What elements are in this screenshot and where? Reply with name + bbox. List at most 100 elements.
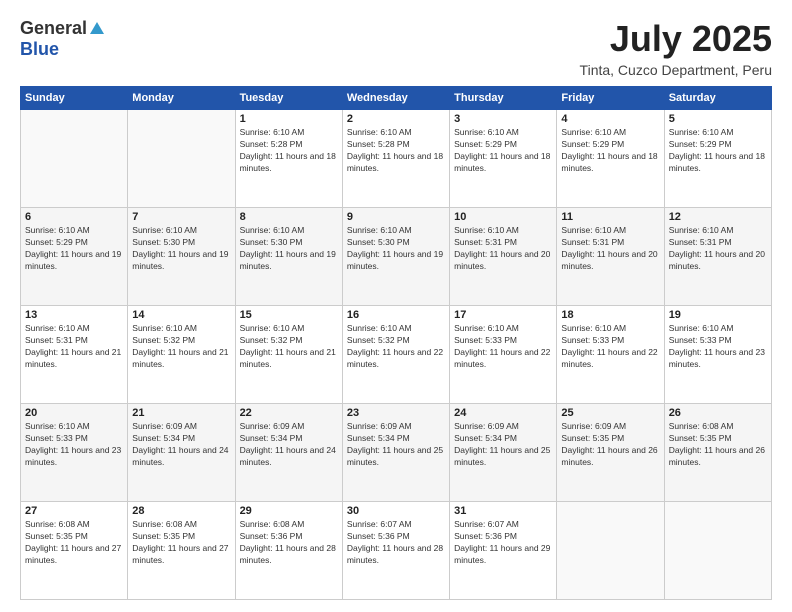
day-detail: Sunrise: 6:08 AM Sunset: 5:36 PM Dayligh… <box>240 519 338 567</box>
day-detail: Sunrise: 6:07 AM Sunset: 5:36 PM Dayligh… <box>347 519 445 567</box>
day-number: 21 <box>132 407 230 419</box>
day-number: 6 <box>25 211 123 223</box>
table-row: 20 Sunrise: 6:10 AM Sunset: 5:33 PM Dayli… <box>21 404 128 502</box>
table-row: 5 Sunrise: 6:10 AM Sunset: 5:29 PM Daylig… <box>664 110 771 208</box>
table-row: 26 Sunrise: 6:08 AM Sunset: 5:35 PM Dayli… <box>664 404 771 502</box>
calendar-table: Sunday Monday Tuesday Wednesday Thursday… <box>20 86 772 600</box>
table-row: 4Sunrise: 6:10 AM Sunset: 5:29 PM Daylig… <box>557 110 664 208</box>
table-row: 31 Sunrise: 6:07 AM Sunset: 5:36 PM Dayli… <box>450 502 557 600</box>
table-row: 24Sunrise: 6:09 AM Sunset: 5:34 PM Dayli… <box>450 404 557 502</box>
day-number: 12 <box>669 211 767 223</box>
day-number: 2 <box>347 113 445 125</box>
day-detail: Sunrise: 6:10 AM Sunset: 5:32 PM Dayligh… <box>240 323 338 371</box>
day-detail: Sunrise: 6:09 AM Sunset: 5:34 PM Dayligh… <box>240 421 338 469</box>
day-number: 11 <box>561 211 659 223</box>
table-row: 19 Sunrise: 6:10 AM Sunset: 5:33 PM Dayli… <box>664 306 771 404</box>
day-number: 3 <box>454 113 552 125</box>
calendar-week-row: 13 Sunrise: 6:10 AM Sunset: 5:31 PM Dayli… <box>21 306 772 404</box>
day-detail: Sunrise: 6:07 AM Sunset: 5:36 PM Dayligh… <box>454 519 552 567</box>
day-number: 22 <box>240 407 338 419</box>
table-row: 8Sunrise: 6:10 AM Sunset: 5:30 PM Daylig… <box>235 208 342 306</box>
calendar-week-row: 27 Sunrise: 6:08 AM Sunset: 5:35 PM Dayli… <box>21 502 772 600</box>
day-detail: Sunrise: 6:10 AM Sunset: 5:33 PM Dayligh… <box>669 323 767 371</box>
month-title: July 2025 <box>580 18 772 60</box>
day-number: 7 <box>132 211 230 223</box>
day-number: 5 <box>669 113 767 125</box>
table-row: 14 Sunrise: 6:10 AM Sunset: 5:32 PM Dayli… <box>128 306 235 404</box>
day-detail: Sunrise: 6:10 AM Sunset: 5:30 PM Dayligh… <box>240 225 338 273</box>
table-row: 28Sunrise: 6:08 AM Sunset: 5:35 PM Dayli… <box>128 502 235 600</box>
header-wednesday: Wednesday <box>342 87 449 110</box>
table-row: 1 Sunrise: 6:10 AM Sunset: 5:28 PM Daylig… <box>235 110 342 208</box>
table-row: 29 Sunrise: 6:08 AM Sunset: 5:36 PM Dayli… <box>235 502 342 600</box>
table-row: 22 Sunrise: 6:09 AM Sunset: 5:34 PM Dayli… <box>235 404 342 502</box>
day-number: 19 <box>669 309 767 321</box>
day-detail: Sunrise: 6:10 AM Sunset: 5:28 PM Dayligh… <box>347 127 445 175</box>
day-number: 1 <box>240 113 338 125</box>
day-detail: Sunrise: 6:10 AM Sunset: 5:31 PM Dayligh… <box>669 225 767 273</box>
table-row <box>128 110 235 208</box>
day-number: 27 <box>25 505 123 517</box>
day-number: 20 <box>25 407 123 419</box>
day-detail: Sunrise: 6:09 AM Sunset: 5:34 PM Dayligh… <box>132 421 230 469</box>
logo-general: General <box>20 18 87 39</box>
header-sunday: Sunday <box>21 87 128 110</box>
table-row: 16 Sunrise: 6:10 AM Sunset: 5:32 PM Dayli… <box>342 306 449 404</box>
day-detail: Sunrise: 6:10 AM Sunset: 5:32 PM Dayligh… <box>347 323 445 371</box>
logo-blue: Blue <box>20 39 59 59</box>
day-number: 18 <box>561 309 659 321</box>
table-row: 23Sunrise: 6:09 AM Sunset: 5:34 PM Dayli… <box>342 404 449 502</box>
table-row: 9Sunrise: 6:10 AM Sunset: 5:30 PM Daylig… <box>342 208 449 306</box>
day-number: 25 <box>561 407 659 419</box>
header-thursday: Thursday <box>450 87 557 110</box>
day-detail: Sunrise: 6:10 AM Sunset: 5:33 PM Dayligh… <box>25 421 123 469</box>
day-number: 17 <box>454 309 552 321</box>
day-detail: Sunrise: 6:10 AM Sunset: 5:33 PM Dayligh… <box>454 323 552 371</box>
calendar-week-row: 20 Sunrise: 6:10 AM Sunset: 5:33 PM Dayli… <box>21 404 772 502</box>
day-detail: Sunrise: 6:10 AM Sunset: 5:30 PM Dayligh… <box>132 225 230 273</box>
page: General Blue July 2025 Tinta, Cuzco Depa… <box>0 0 792 612</box>
day-number: 26 <box>669 407 767 419</box>
day-detail: Sunrise: 6:10 AM Sunset: 5:32 PM Dayligh… <box>132 323 230 371</box>
day-detail: Sunrise: 6:08 AM Sunset: 5:35 PM Dayligh… <box>669 421 767 469</box>
table-row: 11Sunrise: 6:10 AM Sunset: 5:31 PM Dayli… <box>557 208 664 306</box>
day-detail: Sunrise: 6:08 AM Sunset: 5:35 PM Dayligh… <box>132 519 230 567</box>
table-row: 25 Sunrise: 6:09 AM Sunset: 5:35 PM Dayli… <box>557 404 664 502</box>
table-row <box>21 110 128 208</box>
table-row: 21 Sunrise: 6:09 AM Sunset: 5:34 PM Dayli… <box>128 404 235 502</box>
table-row: 3Sunrise: 6:10 AM Sunset: 5:29 PM Daylig… <box>450 110 557 208</box>
day-number: 29 <box>240 505 338 517</box>
title-area: July 2025 Tinta, Cuzco Department, Peru <box>580 18 772 78</box>
day-detail: Sunrise: 6:10 AM Sunset: 5:29 PM Dayligh… <box>669 127 767 175</box>
calendar-header-row: Sunday Monday Tuesday Wednesday Thursday… <box>21 87 772 110</box>
day-detail: Sunrise: 6:09 AM Sunset: 5:35 PM Dayligh… <box>561 421 659 469</box>
day-detail: Sunrise: 6:10 AM Sunset: 5:31 PM Dayligh… <box>25 323 123 371</box>
table-row: 30 Sunrise: 6:07 AM Sunset: 5:36 PM Dayli… <box>342 502 449 600</box>
day-detail: Sunrise: 6:08 AM Sunset: 5:35 PM Dayligh… <box>25 519 123 567</box>
logo: General Blue <box>20 18 105 60</box>
day-detail: Sunrise: 6:09 AM Sunset: 5:34 PM Dayligh… <box>347 421 445 469</box>
day-number: 31 <box>454 505 552 517</box>
day-number: 4 <box>561 113 659 125</box>
calendar-week-row: 1 Sunrise: 6:10 AM Sunset: 5:28 PM Daylig… <box>21 110 772 208</box>
table-row: 13 Sunrise: 6:10 AM Sunset: 5:31 PM Dayli… <box>21 306 128 404</box>
table-row: 2 Sunrise: 6:10 AM Sunset: 5:28 PM Daylig… <box>342 110 449 208</box>
day-number: 16 <box>347 309 445 321</box>
day-number: 13 <box>25 309 123 321</box>
day-detail: Sunrise: 6:10 AM Sunset: 5:31 PM Dayligh… <box>454 225 552 273</box>
calendar-week-row: 6 Sunrise: 6:10 AM Sunset: 5:29 PM Daylig… <box>21 208 772 306</box>
header-friday: Friday <box>557 87 664 110</box>
table-row: 7 Sunrise: 6:10 AM Sunset: 5:30 PM Daylig… <box>128 208 235 306</box>
day-number: 10 <box>454 211 552 223</box>
table-row <box>664 502 771 600</box>
day-detail: Sunrise: 6:09 AM Sunset: 5:34 PM Dayligh… <box>454 421 552 469</box>
day-number: 30 <box>347 505 445 517</box>
day-detail: Sunrise: 6:10 AM Sunset: 5:29 PM Dayligh… <box>25 225 123 273</box>
table-row: 10 Sunrise: 6:10 AM Sunset: 5:31 PM Dayli… <box>450 208 557 306</box>
day-number: 14 <box>132 309 230 321</box>
table-row <box>557 502 664 600</box>
header-saturday: Saturday <box>664 87 771 110</box>
day-number: 15 <box>240 309 338 321</box>
day-detail: Sunrise: 6:10 AM Sunset: 5:28 PM Dayligh… <box>240 127 338 175</box>
table-row: 27 Sunrise: 6:08 AM Sunset: 5:35 PM Dayli… <box>21 502 128 600</box>
